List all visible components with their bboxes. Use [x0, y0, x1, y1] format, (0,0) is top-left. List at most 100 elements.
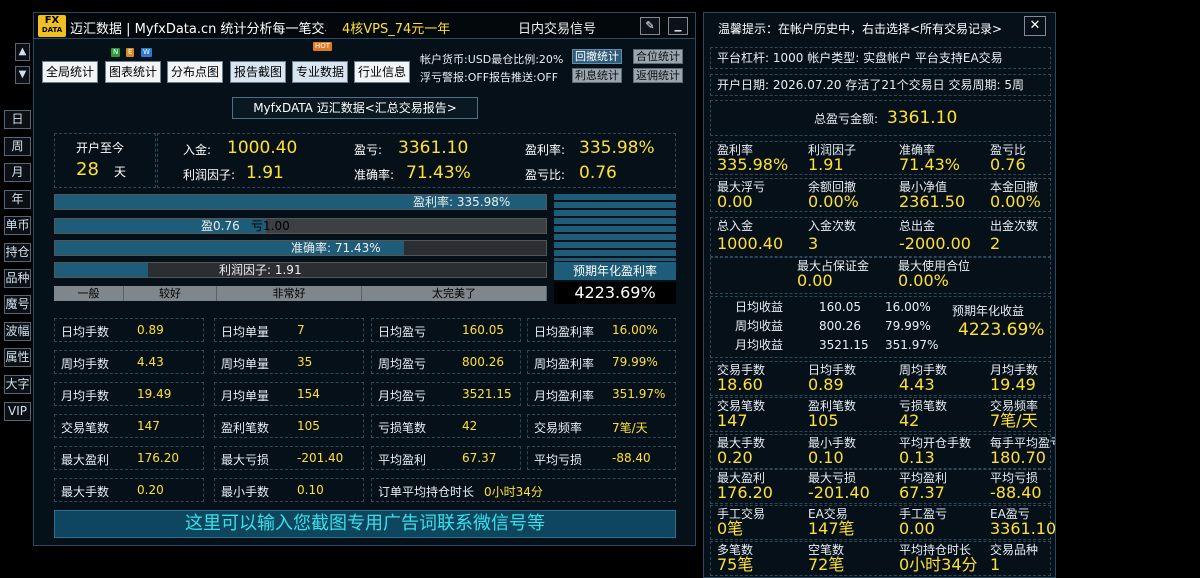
- deposit-label: 入金:: [183, 143, 212, 157]
- sidebar-item[interactable]: 月: [4, 163, 31, 182]
- stat-value: 42: [899, 411, 920, 430]
- stat-value: 16.00%: [612, 323, 658, 337]
- profit-value: 3361.10: [398, 138, 469, 158]
- stat-value: -201.40: [808, 483, 870, 502]
- sidebar-item[interactable]: 日: [4, 110, 31, 129]
- close-button[interactable]: ✕: [1024, 16, 1046, 36]
- drawdown-stats-button[interactable]: 回撤统计: [572, 49, 622, 64]
- sidebar-item[interactable]: 年: [4, 190, 31, 209]
- stat-value: 105: [808, 411, 839, 430]
- scroll-down-button[interactable]: ▼: [15, 66, 30, 84]
- position-stats-button[interactable]: 合位统计: [633, 49, 683, 64]
- profit-rate-label: 盈利率:: [525, 143, 566, 157]
- stat-label: 最小手数: [221, 485, 270, 499]
- stat-value: 0.00%: [898, 271, 949, 290]
- sidebar-item[interactable]: 周: [4, 137, 31, 156]
- accuracy-bar-text: 准确率: 71.43%: [291, 241, 381, 255]
- nav-button[interactable]: 专业数据: [292, 61, 348, 83]
- pl-ratio-value: 0.76: [579, 163, 617, 183]
- edit-button[interactable]: ✎: [640, 17, 660, 35]
- stat-cell: 日均盈利率 16.00%: [527, 318, 676, 342]
- stat-label: 最大手数: [61, 485, 110, 499]
- nav-button[interactable]: 图表统计: [105, 61, 161, 83]
- stat-value: 147笔: [808, 519, 855, 538]
- interest-stats-button[interactable]: 利息统计: [572, 68, 622, 83]
- stat-block: 最大手数 0.20 最小手数 0.10 平均开仓手数 0.13 每手平均盈亏 180.70: [710, 434, 1055, 469]
- income-rate: 16.00%: [885, 300, 931, 314]
- new-badge-e: E: [126, 48, 135, 57]
- stat-value: -2000.00: [899, 234, 971, 253]
- nav-button[interactable]: 全局统计: [42, 61, 98, 83]
- stat-label: 盈利笔数: [221, 421, 270, 435]
- days-unit: 天: [114, 165, 127, 179]
- accuracy-bar: 准确率: 71.43%: [54, 240, 547, 256]
- sidebar-item[interactable]: 单币: [4, 216, 31, 235]
- stat-cell: 亏损笔数 42: [371, 414, 521, 438]
- loss-bar-text: 亏1.00: [251, 219, 290, 233]
- stat-cell: 盈利笔数 105: [214, 414, 364, 438]
- stat-value: 160.05: [462, 323, 504, 337]
- stat-value: 0.89: [808, 375, 844, 394]
- total-value: 3361.10: [887, 108, 958, 128]
- ad-banner[interactable]: 这里可以输入您截图专用广告词联系微信号等: [54, 510, 676, 538]
- grade-label: 较好: [124, 286, 217, 301]
- nav-button[interactable]: 行业信息: [354, 61, 410, 83]
- stat-value: 0.00: [717, 192, 753, 211]
- sidebar-item[interactable]: 品种: [4, 269, 31, 288]
- stat-label: 日均盈亏: [378, 325, 427, 339]
- app-title: 迈汇数据 | MyfxData.cn 统计分析每一笔交易: [70, 22, 326, 37]
- rebate-stats-button[interactable]: 返佣统计: [633, 68, 683, 83]
- stat-value: 0.00: [899, 519, 935, 538]
- stat-value: 7: [297, 323, 305, 337]
- sidebar-item[interactable]: 持仓: [4, 243, 31, 262]
- trade-signal-link[interactable]: 日内交易信号: [518, 18, 596, 37]
- stat-block: 最大浮亏 0.00 余额回撤 0.00% 最小净值 2361.50 本金回撤 0.00%: [710, 178, 1051, 212]
- profit-rate-value: 335.98%: [579, 138, 655, 158]
- income-value: 160.05: [819, 300, 861, 314]
- stat-value: 2: [990, 234, 1001, 253]
- stat-value: 176.20: [717, 483, 773, 502]
- minimize-button[interactable]: _: [668, 17, 688, 35]
- stat-value: 35: [297, 355, 313, 369]
- stat-cell: 日均手数 0.89: [54, 318, 204, 342]
- vps-promo-link[interactable]: 4核VPS_74元一年: [342, 18, 450, 37]
- stat-value: 0.89: [137, 323, 164, 337]
- arrow-up-icon: ▲: [18, 46, 27, 57]
- stat-value: 42: [462, 419, 478, 433]
- sidebar-item[interactable]: 属性: [4, 348, 31, 367]
- account-settings-1: 帐户货币:USD最仓比例:20%: [420, 53, 564, 66]
- since-open-label: 开户至今: [76, 141, 125, 155]
- stat-cell: 周均单量 35: [214, 350, 364, 374]
- stat-value: 3521.15: [462, 387, 512, 401]
- income-label: 日均收益: [735, 300, 784, 314]
- sidebar-item[interactable]: 波幅: [4, 322, 31, 341]
- stat-label: 交易频率: [534, 421, 583, 435]
- income-expected-value: 4223.69%: [958, 320, 1045, 340]
- scroll-up-button[interactable]: ▲: [15, 43, 30, 61]
- stat-label: 交易笔数: [61, 421, 110, 435]
- stat-value: 0.10: [297, 483, 324, 497]
- nav-button[interactable]: 分布点图: [167, 61, 223, 83]
- pf-bar-text: 利润因子: 1.91: [219, 263, 302, 277]
- sidebar-item[interactable]: VIP: [4, 402, 31, 421]
- pf-value: 1.91: [246, 163, 284, 183]
- grade-label: 一般: [54, 286, 124, 301]
- stat-value: 18.60: [717, 375, 763, 394]
- close-icon: ✕: [1029, 18, 1041, 33]
- stat-label: 月均盈亏: [378, 389, 427, 403]
- win-loss-bar: 盈0.76 亏1.00: [54, 218, 547, 234]
- sidebar-item[interactable]: 魔号: [4, 295, 31, 314]
- income-block: 预期年化收益 4223.69% 日均收益 160.05 16.00% 周均收益 800.…: [710, 296, 1051, 358]
- profit-rate-bar: 盈利率: 335.98%: [54, 194, 547, 210]
- stat-value: 4.43: [137, 355, 164, 369]
- stat-label: 入金次数: [808, 219, 857, 233]
- stat-block: 手工交易 0笔 EA交易 147笔 手工盈亏 0.00 EA盈亏 3361.10: [710, 505, 1055, 540]
- nav-button[interactable]: 报告截图: [230, 61, 286, 83]
- expected-value: 4223.69%: [554, 282, 676, 304]
- sidebar-item[interactable]: 大字: [4, 375, 31, 394]
- stat-value: 67.37: [899, 483, 945, 502]
- minimize-icon: _: [674, 16, 682, 32]
- days-box: 开户至今 28 天: [54, 133, 156, 188]
- stat-cell: 最大盈利 176.20: [54, 446, 204, 470]
- edit-icon: ✎: [645, 19, 655, 32]
